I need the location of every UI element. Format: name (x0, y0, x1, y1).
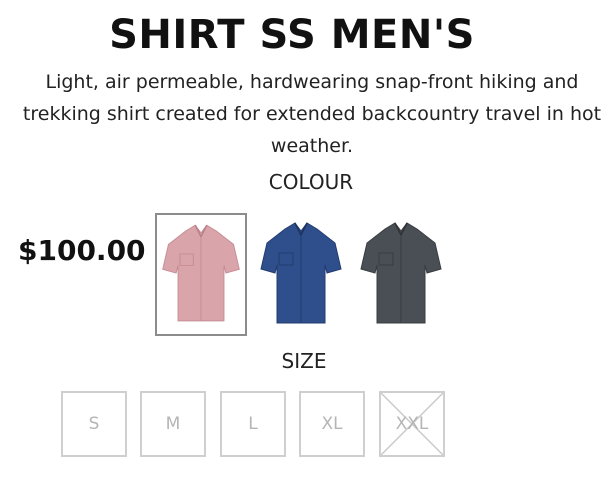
product-description: Light, air permeable, hardwearing snap-f… (22, 71, 602, 157)
size-option-xl[interactable]: XL (299, 391, 365, 457)
size-option-label: S (88, 414, 100, 434)
shirt-pink-icon (162, 224, 240, 322)
colour-label: COLOUR (268, 170, 354, 194)
size-label: SIZE (281, 349, 327, 373)
product-title: SHIRT SS MEN'S (109, 12, 475, 58)
size-option-label: L (248, 414, 258, 434)
colour-swatch-blue[interactable] (255, 213, 347, 336)
shirt-charcoal-icon (360, 222, 442, 324)
size-option-l[interactable]: L (220, 391, 286, 457)
product-price: $100.00 (18, 234, 146, 267)
size-option-m[interactable]: M (140, 391, 206, 457)
size-option-label: M (165, 414, 181, 434)
colour-swatch-pink[interactable] (155, 213, 247, 336)
shirt-blue-icon (260, 222, 342, 324)
size-option-label: XXL (395, 414, 429, 434)
colour-swatch-charcoal[interactable] (355, 213, 447, 336)
size-option-label: XL (321, 414, 343, 434)
size-option-xxl-unavailable[interactable]: XXL (379, 391, 445, 457)
size-option-s[interactable]: S (61, 391, 127, 457)
